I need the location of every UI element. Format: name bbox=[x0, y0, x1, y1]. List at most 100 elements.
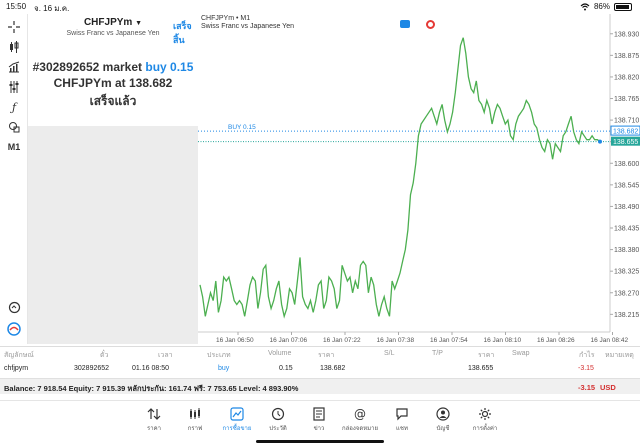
status-time: 15:50 bbox=[6, 2, 27, 11]
col-symbol: สัญลักษณ์ bbox=[4, 352, 34, 359]
history-icon bbox=[271, 407, 285, 421]
y-tick-label: 138.215 bbox=[614, 312, 639, 319]
row-type: buy bbox=[218, 365, 230, 372]
col-ticket: ตั๋ว bbox=[100, 352, 109, 359]
y-tick-label: 138.600 bbox=[614, 161, 639, 168]
col-profit: กำไร bbox=[579, 352, 595, 359]
mt-logo-icon[interactable] bbox=[5, 320, 23, 338]
tab-label: บัญชี bbox=[436, 426, 450, 432]
timeframe-button[interactable]: M1 bbox=[5, 138, 23, 156]
y-tick-label: 138.765 bbox=[614, 96, 639, 103]
tab-chart[interactable]: กราฟ bbox=[175, 407, 215, 433]
tab-news[interactable]: ข่าว bbox=[299, 407, 339, 433]
quotes-icon bbox=[147, 408, 161, 420]
tab-history[interactable]: ประวัติ bbox=[258, 407, 298, 433]
col-open-price: ราคา bbox=[318, 352, 335, 359]
svg-text:@: @ bbox=[354, 407, 366, 421]
y-tick-label: 138.380 bbox=[614, 247, 639, 254]
chat-icon bbox=[396, 408, 408, 421]
tab-mailbox[interactable]: @ กล่องจดหมาย bbox=[340, 407, 380, 433]
chart-icon bbox=[190, 408, 200, 419]
y-tick-label: 138.545 bbox=[614, 182, 639, 189]
chevron-down-icon: ▼ bbox=[135, 20, 143, 27]
status-bar: 15:50 จ. 16 ม.ค. 86% bbox=[0, 0, 640, 14]
x-tick-label: 16 Jan 08:10 bbox=[484, 337, 522, 344]
row-volume: 0.15 bbox=[279, 365, 293, 372]
order-side: buy 0.15 bbox=[145, 60, 194, 74]
row-ticket: 302892652 bbox=[74, 365, 110, 372]
price-series-line bbox=[199, 37, 601, 319]
symbol-label: CHFJPYm bbox=[83, 17, 133, 28]
col-sl: S/L bbox=[384, 350, 395, 357]
account-icon bbox=[436, 407, 450, 421]
trade-confirmation-panel: CHFJPYm ▼ เสร็จสิ้น Swiss Franc vs Japan… bbox=[28, 14, 198, 126]
total-profit: -3.15 bbox=[578, 383, 596, 392]
y-tick-label: 138.710 bbox=[614, 118, 639, 125]
status-right: 86% bbox=[580, 2, 632, 11]
last-price-marker bbox=[598, 139, 602, 144]
buy-level-label: BUY 0.15 bbox=[228, 124, 256, 131]
indicators-icon[interactable] bbox=[5, 58, 23, 76]
row-time: 01.16 08:50 bbox=[132, 365, 169, 372]
settings-icon bbox=[479, 408, 491, 420]
price-chart[interactable]: 138.930 138.875 138.820 138.765 138.710 138.6… bbox=[198, 14, 640, 344]
row-open-price: 138.682 bbox=[320, 365, 346, 372]
balance-summary: Balance: 7 918.54 Equity: 7 915.39 หลักป… bbox=[4, 384, 299, 393]
x-tick-label: 16 Jan 06:50 bbox=[216, 337, 254, 344]
candles-icon[interactable] bbox=[5, 38, 23, 56]
col-tp: T/P bbox=[432, 350, 443, 357]
tab-label: ประวัติ bbox=[269, 426, 287, 432]
x-tick-label: 16 Jan 07:54 bbox=[430, 337, 468, 344]
col-price: ราคา bbox=[478, 352, 495, 359]
panel-background bbox=[28, 126, 198, 344]
battery-icon bbox=[614, 2, 632, 11]
order-price: CHFJPYm at 138.682 bbox=[53, 76, 173, 90]
crosshair-icon[interactable] bbox=[5, 18, 23, 36]
x-tick-label: 16 Jan 08:42 bbox=[591, 337, 629, 344]
function-icon[interactable]: ƒ bbox=[5, 98, 23, 116]
zoom-icon[interactable] bbox=[5, 298, 23, 316]
y-tick-label: 138.325 bbox=[614, 269, 639, 276]
tab-label: กล่องจดหมาย bbox=[341, 426, 379, 432]
tab-trade[interactable]: การซื้อขาย bbox=[217, 407, 257, 433]
y-tick-label: 138.490 bbox=[614, 204, 639, 211]
tab-label: กราฟ bbox=[187, 426, 203, 432]
col-swap: Swap bbox=[512, 350, 530, 357]
balance-bar: Balance: 7 918.54 Equity: 7 915.39 หลักป… bbox=[0, 378, 640, 394]
row-profit: -3.15 bbox=[578, 365, 594, 372]
chart-toolbar: ƒ M1 bbox=[0, 14, 28, 344]
chart-svg[interactable]: 138.930 138.875 138.820 138.765 138.710 138.6… bbox=[198, 14, 640, 344]
tab-label: ข่าว bbox=[313, 426, 325, 432]
x-tick-label: 16 Jan 08:26 bbox=[537, 337, 575, 344]
tab-settings[interactable]: การตั้งค่า bbox=[465, 407, 505, 433]
x-tick-label: 16 Jan 07:22 bbox=[323, 337, 361, 344]
col-type: ประเภท bbox=[207, 352, 231, 359]
x-tick-label: 16 Jan 07:38 bbox=[377, 337, 415, 344]
tab-quotes[interactable]: ราคา bbox=[134, 407, 174, 433]
x-tick-label: 16 Jan 07:06 bbox=[270, 337, 308, 344]
table-row[interactable]: chfjpym 302892652 01.16 08:50 buy 0.15 1… bbox=[0, 362, 640, 376]
battery-percent: 86% bbox=[593, 2, 610, 11]
order-summary: #302892652 market buy 0.15 bbox=[28, 60, 198, 74]
y-tick-label: 138.270 bbox=[614, 290, 639, 297]
col-comment: หมายเหตุ bbox=[605, 352, 634, 359]
tab-chat[interactable]: แชท bbox=[382, 407, 422, 433]
mailbox-icon: @ bbox=[354, 407, 366, 421]
tab-label: การตั้งค่า bbox=[472, 426, 498, 432]
positions-table-header: สัญลักษณ์ ตั๋ว เวลา ประเภท Volume ราคา S… bbox=[0, 346, 640, 360]
buy-price-label: 138.682 bbox=[613, 129, 638, 136]
bid-price-label: 138.655 bbox=[613, 139, 638, 146]
trade-levels-icon[interactable] bbox=[426, 20, 435, 29]
objects-icon[interactable] bbox=[5, 118, 23, 136]
y-tick-label: 138.820 bbox=[614, 74, 639, 81]
order-status: เสร็จแล้ว bbox=[89, 94, 137, 108]
order-number: #302892652 market bbox=[32, 60, 146, 74]
tab-account[interactable]: บัญชี bbox=[423, 407, 463, 433]
account-currency: USD bbox=[600, 383, 616, 392]
news-icon bbox=[313, 407, 325, 421]
y-tick-label: 138.930 bbox=[614, 31, 639, 38]
one-click-trading-icon[interactable] bbox=[400, 20, 410, 28]
y-tick-label: 138.435 bbox=[614, 226, 639, 233]
chart-title: CHFJPYm • M1 bbox=[201, 15, 251, 22]
settings-sliders-icon[interactable] bbox=[5, 78, 23, 96]
